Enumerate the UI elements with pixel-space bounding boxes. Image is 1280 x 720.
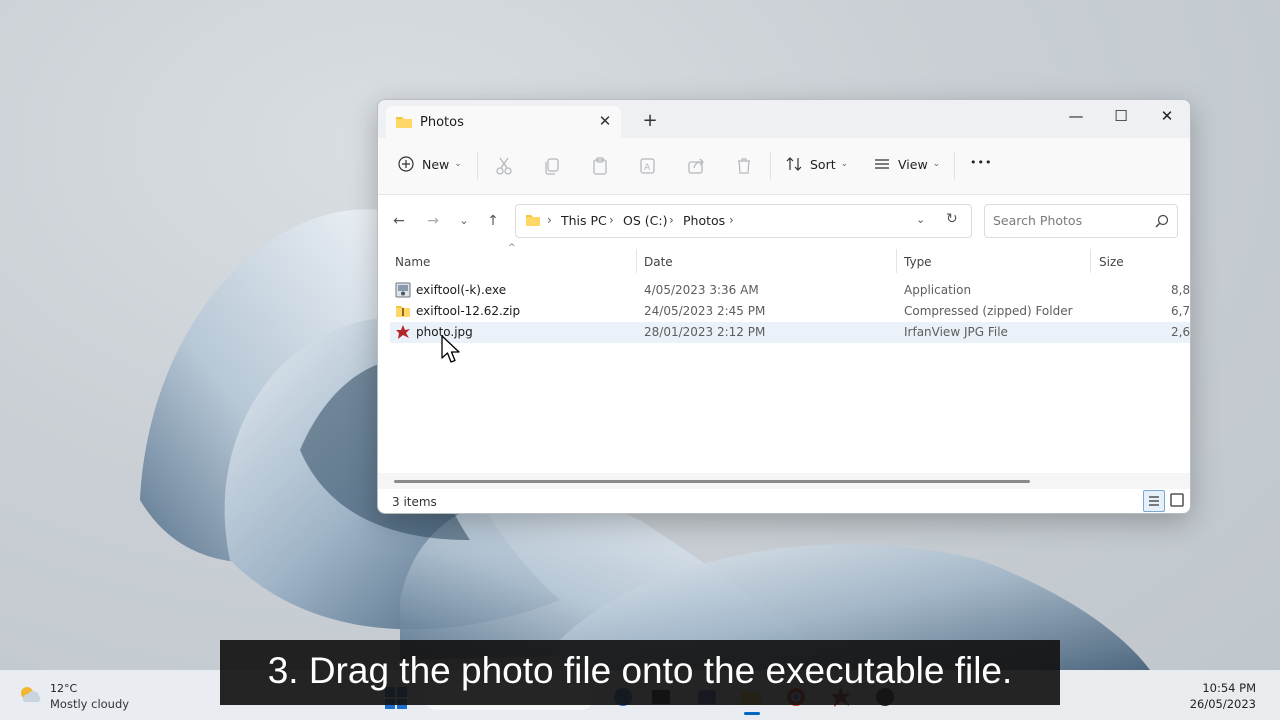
navigation-bar: ← → ⌄ ↑ › This PC › OS (C:) › Photos › ⌄… [378, 195, 1190, 245]
file-type: Application [904, 283, 972, 297]
file-explorer-window: Photos ✕ + — ☐ ✕ New ⌄ A Sort ⌄ View ⌄ •… [377, 99, 1191, 514]
toolbar-separator [954, 152, 955, 180]
breadcrumb-separator-icon: › [669, 213, 674, 227]
file-date: 24/05/2023 2:45 PM [644, 304, 766, 318]
title-bar: Photos ✕ + — ☐ ✕ [378, 100, 1190, 138]
column-header: Name ^ Date Type Size [378, 243, 1190, 275]
clock-time[interactable]: 10:54 PM [1180, 681, 1256, 695]
back-arrow-icon[interactable]: ← [387, 209, 411, 233]
close-tab-icon[interactable]: ✕ [596, 112, 614, 130]
search-icon [1155, 214, 1169, 228]
breadcrumb-separator-icon: › [609, 213, 614, 227]
cut-icon[interactable] [494, 156, 514, 176]
irfanview-jpg-icon [396, 325, 410, 339]
address-history-chevron-icon[interactable]: ⌄ [916, 213, 925, 226]
toolbar-separator [477, 152, 478, 180]
status-item-count: 3 items [392, 495, 437, 509]
svg-text:A: A [644, 163, 651, 173]
breadcrumb-this-pc[interactable]: This PC [561, 213, 607, 228]
column-name[interactable]: Name [395, 255, 430, 269]
view-label: View [898, 156, 928, 172]
column-divider[interactable] [896, 249, 897, 273]
weather-description[interactable]: Mostly cloudy [50, 697, 129, 711]
large-icons-view-icon[interactable] [1167, 490, 1187, 510]
file-date: 28/01/2023 2:12 PM [644, 325, 766, 339]
file-type: Compressed (zipped) Folder [904, 304, 1073, 318]
file-name: exiftool-12.62.zip [416, 304, 521, 318]
breadcrumb-photos[interactable]: Photos [683, 213, 725, 228]
minimize-button[interactable]: — [1054, 102, 1098, 130]
horizontal-scrollbar-thumb[interactable] [394, 480, 1030, 483]
column-date[interactable]: Date [644, 255, 673, 269]
file-row-exiftool-zip[interactable]: exiftool-12.62.zip 24/05/2023 2:45 PM Co… [390, 301, 1190, 322]
details-view-icon[interactable] [1143, 490, 1165, 512]
sort-ascending-icon: ^ [508, 243, 516, 253]
search-box[interactable]: Search Photos [984, 204, 1178, 238]
new-button[interactable]: New ⌄ [398, 156, 462, 172]
breadcrumb-os-c[interactable]: OS (C:) [623, 213, 667, 228]
cloudy-weather-icon [21, 687, 41, 702]
file-row-exiftool-exe[interactable]: exiftool(-k).exe 4/05/2023 3:36 AM Appli… [390, 280, 1190, 301]
forward-arrow-icon[interactable]: → [421, 209, 445, 233]
file-type: IrfanView JPG File [904, 325, 1008, 339]
toolbar-separator [770, 152, 771, 180]
column-divider[interactable] [636, 249, 637, 273]
column-type[interactable]: Type [904, 255, 932, 269]
sort-button[interactable]: Sort ⌄ [786, 156, 848, 172]
weather-temperature[interactable]: 12°C [50, 682, 77, 695]
folder-icon [396, 117, 412, 128]
sort-icon [786, 157, 802, 171]
chevron-down-icon: ⌄ [840, 159, 849, 169]
address-bar[interactable]: › This PC › OS (C:) › Photos › ⌄ ↻ [515, 204, 972, 238]
chevron-down-icon: ⌄ [932, 159, 941, 169]
rename-icon[interactable]: A [638, 156, 658, 176]
sort-label: Sort [810, 156, 836, 172]
tab-photos[interactable]: Photos ✕ [386, 106, 621, 138]
breadcrumb-separator-icon: › [729, 213, 734, 227]
column-divider[interactable] [1090, 249, 1091, 273]
new-tab-button[interactable]: + [640, 111, 660, 131]
view-list-icon [875, 159, 889, 169]
clock-date[interactable]: 26/05/2023 [1180, 697, 1256, 711]
new-label: New [422, 156, 450, 172]
file-size: 2,69 [1171, 325, 1191, 339]
file-size: 6,74 [1171, 304, 1191, 318]
search-input[interactable]: Search Photos [993, 213, 1082, 228]
file-size: 8,82 [1171, 283, 1191, 297]
more-options-button[interactable]: ••• [970, 156, 992, 169]
maximize-button[interactable]: ☐ [1099, 102, 1143, 130]
file-row-photo-jpg[interactable]: photo.jpg 28/01/2023 2:12 PM IrfanView J… [390, 322, 1190, 343]
file-date: 4/05/2023 3:36 AM [644, 283, 759, 297]
refresh-icon[interactable]: ↻ [946, 211, 958, 227]
close-window-button[interactable]: ✕ [1145, 102, 1189, 130]
command-bar: New ⌄ A Sort ⌄ View ⌄ ••• [378, 138, 1190, 195]
up-arrow-icon[interactable]: ↑ [481, 209, 505, 233]
file-name: exiftool(-k).exe [416, 283, 507, 297]
application-icon [395, 282, 411, 298]
folder-icon [526, 215, 540, 226]
instruction-caption: 3. Drag the photo file onto the executab… [220, 640, 1060, 705]
delete-icon[interactable] [734, 156, 754, 176]
active-app-indicator [744, 712, 760, 715]
column-size[interactable]: Size [1099, 255, 1124, 269]
plus-circle-icon [398, 156, 414, 172]
tab-label: Photos [420, 115, 464, 130]
view-button[interactable]: View ⌄ [874, 156, 940, 172]
breadcrumb-separator-icon: › [547, 213, 552, 227]
share-icon[interactable] [686, 156, 706, 176]
chevron-down-icon: ⌄ [454, 159, 462, 169]
recent-locations-chevron-icon[interactable]: ⌄ [452, 209, 476, 233]
zip-folder-icon [396, 306, 410, 317]
copy-icon[interactable] [542, 156, 562, 176]
mouse-pointer-icon [441, 335, 460, 363]
paste-icon[interactable] [590, 156, 610, 176]
